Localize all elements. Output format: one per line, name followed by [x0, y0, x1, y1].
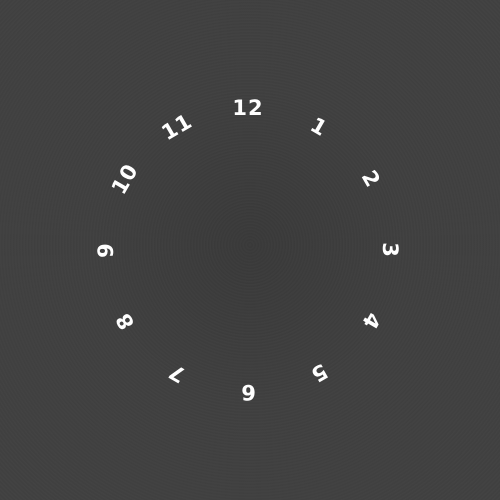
- numeral-5: 5: [306, 358, 332, 388]
- numeral-8: 8: [110, 308, 140, 334]
- numeral-10: 10: [106, 159, 144, 199]
- numeral-1: 1: [306, 112, 332, 142]
- numeral-9: 9: [94, 242, 118, 258]
- rotated-clock-face: 12 1 2 3 4 5 6 7 8 9 10 11: [0, 0, 500, 500]
- numeral-12: 12: [232, 96, 264, 120]
- numeral-2: 2: [356, 166, 386, 192]
- numeral-7: 7: [164, 358, 190, 388]
- numeral-3: 3: [378, 242, 402, 258]
- numeral-4: 4: [356, 308, 386, 334]
- numeral-11: 11: [157, 108, 197, 146]
- numeral-6: 6: [240, 380, 256, 404]
